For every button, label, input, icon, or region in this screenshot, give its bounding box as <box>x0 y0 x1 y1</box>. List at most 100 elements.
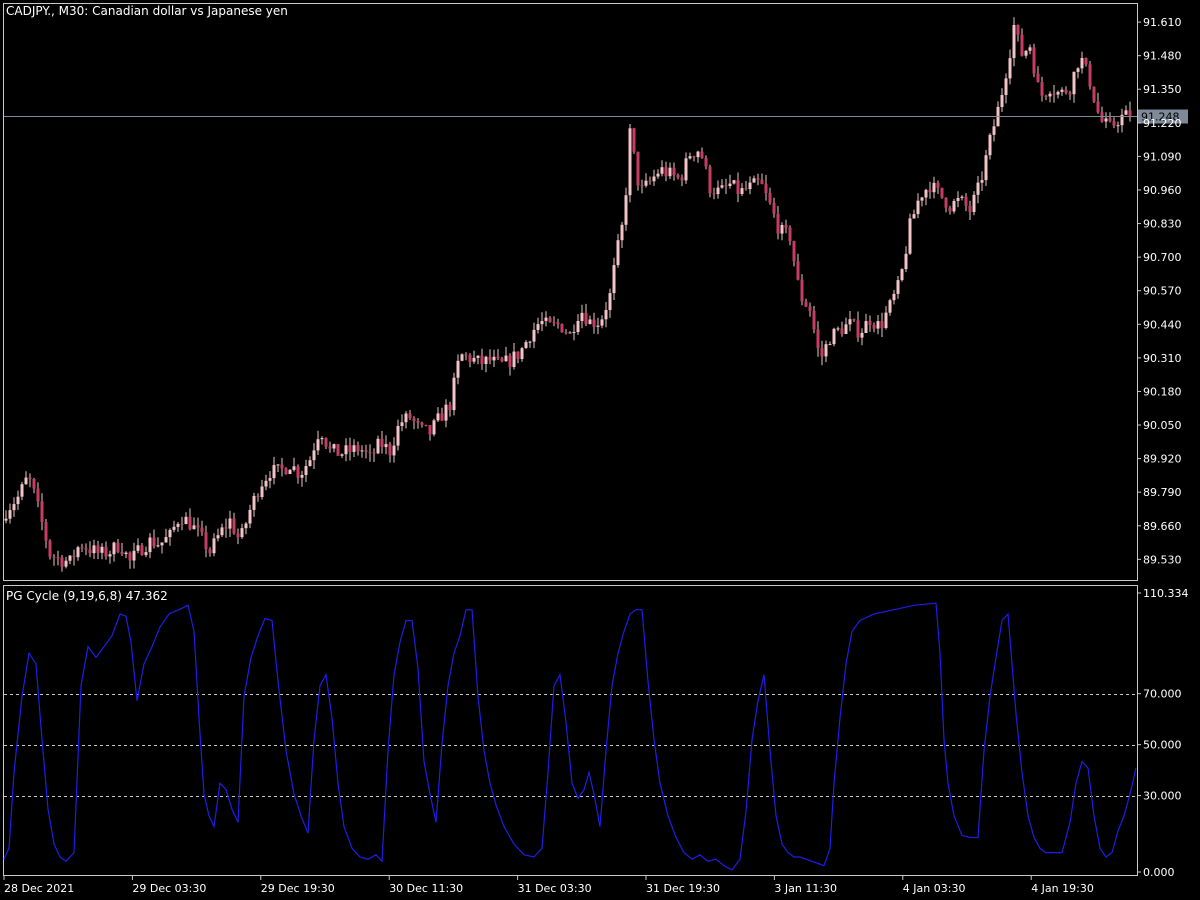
candle-bear <box>196 525 200 528</box>
candle-bear <box>200 527 204 533</box>
candle-bull <box>396 426 400 446</box>
candle-bull <box>536 324 540 330</box>
candle-bear <box>556 322 560 325</box>
candle-bull <box>360 450 364 452</box>
candle-bull <box>956 198 960 201</box>
candle-bull <box>656 173 660 177</box>
candle-bear <box>632 128 636 152</box>
candle-bear <box>648 180 652 182</box>
price-tick-label: 89.920 <box>1143 453 1182 466</box>
candle-bear <box>944 197 948 208</box>
price-tick-label: 90.050 <box>1143 419 1182 432</box>
candle-bull <box>12 504 16 511</box>
price-tick-label: 90.180 <box>1143 385 1182 398</box>
price-tick-label: 91.220 <box>1143 117 1182 130</box>
candle-bear <box>368 451 372 453</box>
trading-chart[interactable]: 91.248 91.61091.48091.35091.22091.09090.… <box>0 0 1200 900</box>
candle-bear <box>724 185 728 187</box>
candle-bull <box>660 167 664 174</box>
candle-bear <box>1112 121 1116 126</box>
candle-bull <box>1104 118 1108 122</box>
candle-bear <box>636 151 640 186</box>
price-tick-label: 90.830 <box>1143 218 1182 231</box>
candle-bull <box>432 420 436 435</box>
candle-bear <box>820 348 824 357</box>
time-tick-label: 29 Dec 19:30 <box>261 882 335 895</box>
candle-bear <box>152 537 156 547</box>
candle-bear <box>516 351 520 359</box>
candle-bull <box>1012 25 1016 59</box>
candle-bear <box>560 324 564 333</box>
indicator-title: PG Cycle (9,19,6,8) 47.362 <box>6 589 168 603</box>
indicator-tick-label: 50.000 <box>1143 739 1182 752</box>
candle-bull <box>892 293 896 301</box>
candle-bull <box>600 319 604 326</box>
candle-bull <box>436 413 440 421</box>
candle-bull <box>340 454 344 456</box>
candle-bull <box>1076 68 1080 72</box>
candle-bear <box>1084 58 1088 65</box>
candle-bull <box>916 200 920 215</box>
candle-bear <box>72 555 76 558</box>
candle-bear <box>1020 34 1024 56</box>
candle-bear <box>772 202 776 214</box>
price-tick-label: 90.440 <box>1143 318 1182 331</box>
candle-bull <box>404 413 408 423</box>
price-tick-label: 90.960 <box>1143 184 1182 197</box>
candle-bull <box>908 218 912 254</box>
candle-bear <box>140 545 144 556</box>
candle-bull <box>1072 71 1076 95</box>
candle-bull <box>216 535 220 539</box>
candle-bear <box>592 319 596 327</box>
candle-bear <box>80 547 84 549</box>
candle-bull <box>400 422 404 426</box>
candle-bear <box>388 444 392 456</box>
candle-bull <box>520 348 524 359</box>
candle-bull <box>668 167 672 177</box>
candle-bull <box>740 188 744 194</box>
candle-bull <box>952 201 956 212</box>
candle-bull <box>568 332 572 334</box>
candle-bull <box>156 545 160 547</box>
candle-bull <box>252 495 256 510</box>
candle-bull <box>864 321 868 333</box>
candle-bull <box>888 300 892 313</box>
time-tick-label: 4 Jan 03:30 <box>903 882 966 895</box>
candle-bear <box>224 527 228 529</box>
candle-bear <box>736 180 740 194</box>
candle-bear <box>496 356 500 359</box>
candle-bear <box>928 189 932 193</box>
candle-bull <box>288 469 292 474</box>
candle-bull <box>608 293 612 310</box>
candle-bear <box>380 438 384 447</box>
candle-bull <box>588 319 592 325</box>
candle-bull <box>292 466 296 470</box>
candle-bull <box>624 195 628 225</box>
candle-bull <box>920 197 924 201</box>
candle-bull <box>16 496 20 505</box>
candle-bull <box>984 155 988 181</box>
candle-bull <box>476 355 480 358</box>
candle-bear <box>768 193 772 203</box>
candle-bull <box>376 438 380 454</box>
candle-bear <box>324 438 328 447</box>
candle-bear <box>36 488 40 502</box>
candle-bull <box>264 480 268 487</box>
candle-bull <box>228 518 232 529</box>
indicator-tick-label: 70.000 <box>1143 688 1182 701</box>
candle-bull <box>344 445 348 455</box>
chart-background <box>0 0 1200 900</box>
time-tick-label: 31 Dec 19:30 <box>646 882 720 895</box>
candle-bull <box>832 328 836 345</box>
candle-bull <box>176 523 180 527</box>
price-tick-label: 90.570 <box>1143 285 1182 298</box>
candle-bull <box>992 126 996 135</box>
candle-bull <box>924 189 928 198</box>
candle-bull <box>320 438 324 440</box>
candle-bear <box>744 188 748 190</box>
candle-bear <box>508 355 512 367</box>
candle-bear <box>56 557 60 559</box>
candle-bull <box>212 538 216 554</box>
candle-bull <box>616 240 620 266</box>
candle-bear <box>116 542 120 552</box>
